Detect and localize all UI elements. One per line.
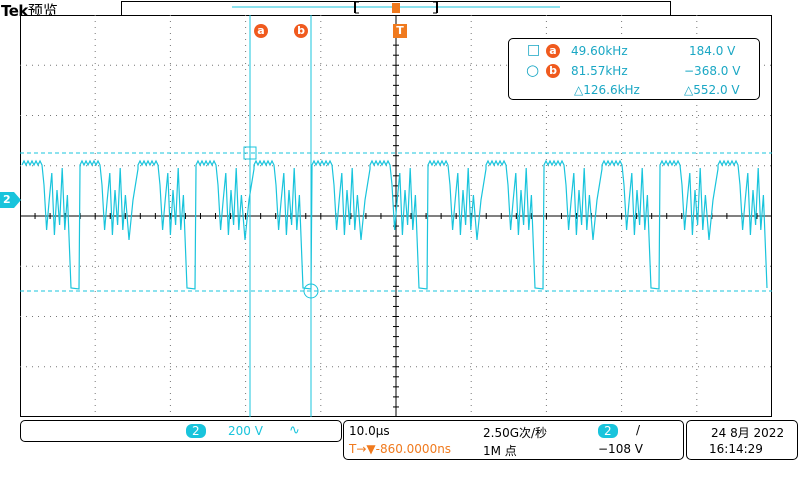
readout-a-volt: 184.0 V: [689, 44, 736, 58]
readout-b-freq: 81.57kHz: [571, 64, 628, 78]
sample-rate: 2.50G次/秒: [483, 426, 548, 440]
vertical-settings-panel[interactable]: 2 200 V ∿: [20, 420, 342, 442]
datetime-panel: 24 8月 2022 16:14:29: [686, 420, 798, 460]
readout-delta-freq: △126.6kHz: [574, 83, 640, 97]
cursor-readout: □ a 49.60kHz 184.0 V ○ b 81.57kHz −368.0…: [508, 38, 760, 100]
trigger-position-marker[interactable]: T: [393, 24, 407, 38]
readout-a-chip: a: [546, 44, 560, 58]
channel-2-marker[interactable]: 2: [3, 192, 11, 208]
horizontal-position: T→▼-860.0000ns: [349, 442, 452, 456]
horizontal-trigger-panel[interactable]: 10.0µs 2.50G次/秒 2 / T→▼-860.0000ns 1M 点 …: [343, 420, 684, 460]
readout-delta-volt: △552.0 V: [684, 83, 740, 97]
date: 24 8月 2022: [711, 426, 785, 440]
record-trigger-marker: [392, 3, 400, 13]
circle-cursor-icon: ○: [526, 61, 540, 79]
timebase: 10.0µs: [349, 424, 390, 438]
readout-b-chip: b: [546, 64, 560, 78]
trigger-level: −108 V: [598, 442, 643, 456]
trigger-channel-badge: 2: [598, 424, 618, 438]
coupling-icon: ∿: [289, 423, 300, 438]
vertical-scale: 200 V: [228, 424, 263, 438]
record-length: 1M 点: [483, 444, 517, 458]
square-cursor-icon: □: [527, 42, 541, 58]
trigger-slope-icon: /: [636, 423, 641, 437]
cursor-b-chip[interactable]: b: [294, 24, 308, 38]
readout-a-freq: 49.60kHz: [571, 44, 628, 58]
readout-b-volt: −368.0 V: [684, 64, 741, 78]
channel-2-badge: 2: [186, 424, 206, 438]
time: 16:14:29: [709, 442, 763, 456]
cursor-a-chip[interactable]: a: [254, 24, 268, 38]
